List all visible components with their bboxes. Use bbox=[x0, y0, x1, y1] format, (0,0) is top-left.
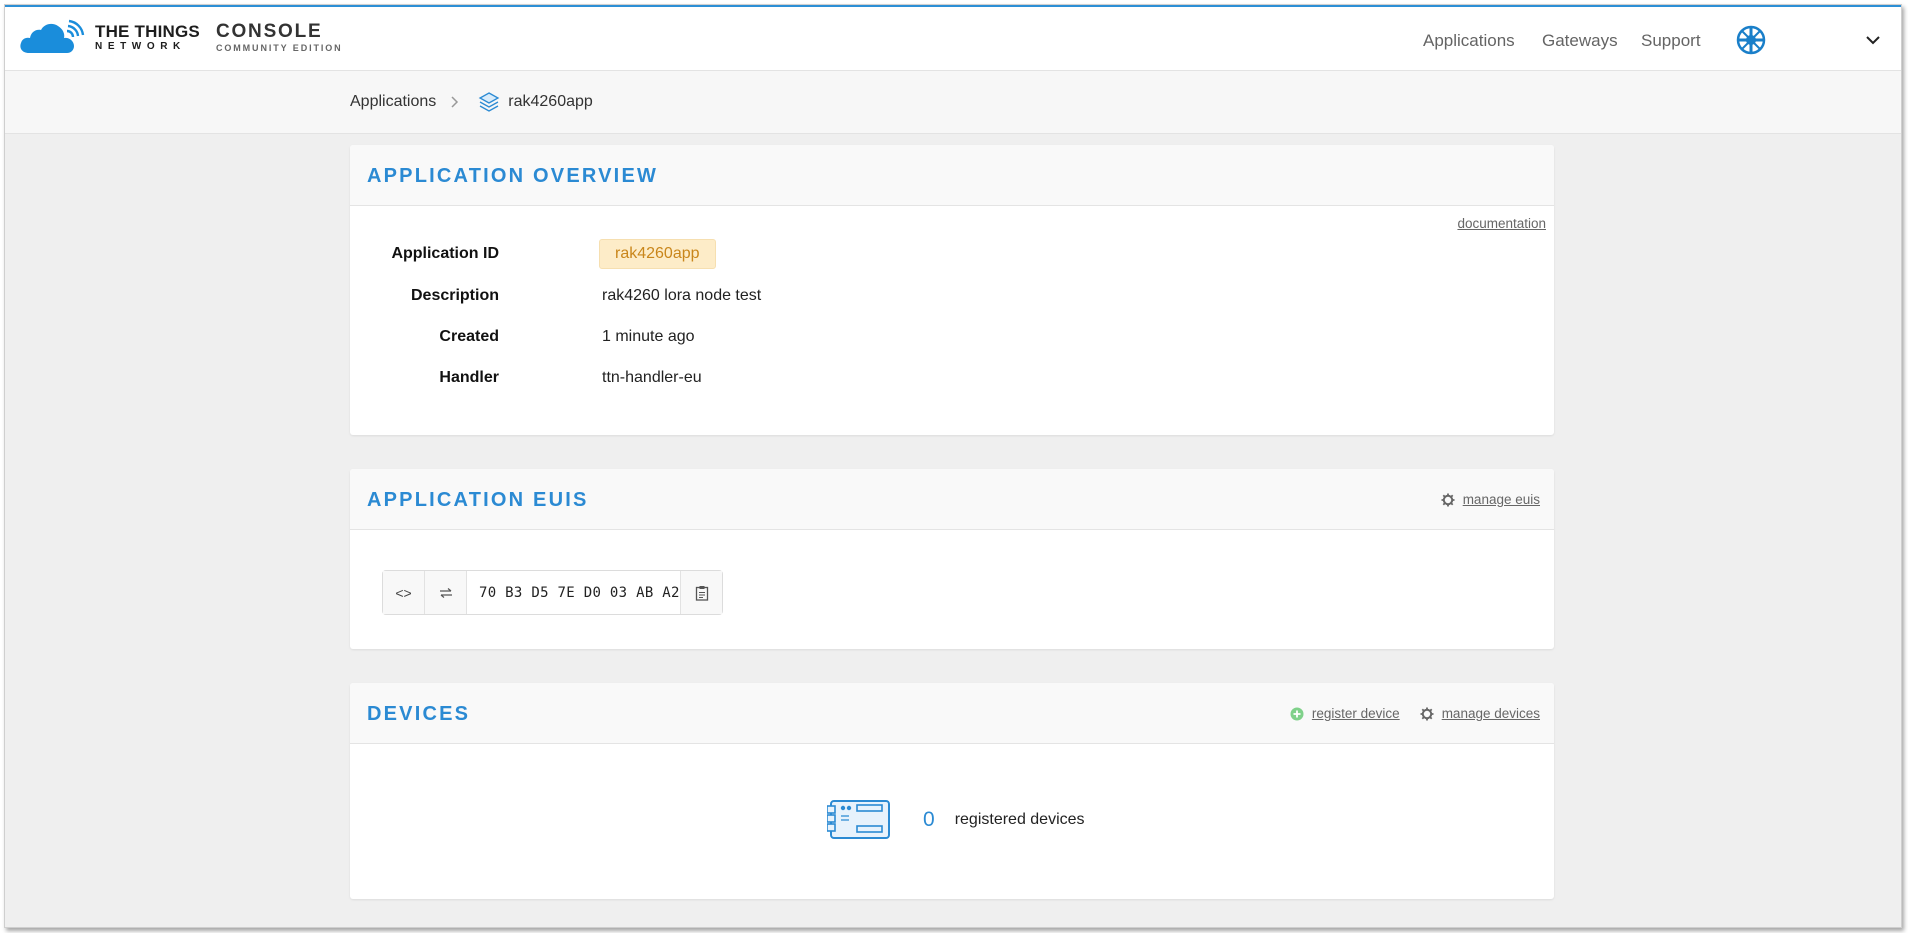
eui-field: <> 70 B3 D5 7E D0 03 AB A2 bbox=[382, 570, 723, 615]
manage-devices-link[interactable]: manage devices bbox=[1442, 706, 1540, 721]
field-created: Created 1 minute ago bbox=[350, 328, 1050, 358]
device-count-label: registered devices bbox=[954, 811, 1085, 828]
console-title: CONSOLE bbox=[215, 20, 323, 42]
device-board-icon bbox=[827, 800, 890, 839]
top-header: THE THINGS NETWORK CONSOLE COMMUNITY EDI… bbox=[5, 7, 1901, 71]
field-label: Description bbox=[410, 287, 499, 304]
brand-line2: NETWORK bbox=[95, 40, 186, 52]
brand-text: THE THINGS NETWORK bbox=[95, 23, 200, 52]
code-toggle-icon[interactable]: <> bbox=[383, 571, 425, 614]
eui-value: 70 B3 D5 7E D0 03 AB A2 bbox=[467, 571, 681, 614]
nav-gateways[interactable]: Gateways bbox=[1542, 31, 1618, 51]
euis-header: APPLICATION EUIS manage euis bbox=[350, 469, 1554, 530]
console-text: CONSOLE COMMUNITY EDITION bbox=[216, 22, 343, 53]
overview-header: APPLICATION OVERVIEW bbox=[350, 145, 1554, 206]
browser-frame: THE THINGS NETWORK CONSOLE COMMUNITY EDI… bbox=[4, 4, 1902, 928]
chevron-right-icon bbox=[451, 96, 459, 108]
devices-title: DEVICES bbox=[367, 703, 471, 725]
application-overview-card: APPLICATION OVERVIEW documentation Appli… bbox=[350, 145, 1554, 435]
plus-circle-icon[interactable] bbox=[1290, 707, 1304, 721]
field-handler: Handler ttn-handler-eu bbox=[350, 369, 1050, 399]
field-label: Handler bbox=[439, 369, 499, 386]
overview-title: APPLICATION OVERVIEW bbox=[367, 165, 659, 187]
manage-euis-action[interactable]: manage euis bbox=[1441, 492, 1540, 507]
clipboard-icon[interactable] bbox=[681, 571, 722, 614]
layers-icon bbox=[478, 92, 500, 112]
application-euis-card: APPLICATION EUIS manage euis <> 70 B3 D5… bbox=[350, 469, 1554, 649]
devices-actions: register device manage devices bbox=[1290, 706, 1540, 721]
gear-icon bbox=[1441, 493, 1455, 506]
field-description: Description rak4260 lora node test bbox=[350, 287, 1050, 317]
devices-card: DEVICES register device manage devices 0… bbox=[350, 683, 1554, 899]
nav-support[interactable]: Support bbox=[1641, 31, 1701, 51]
field-label: Created bbox=[439, 328, 499, 345]
gear-icon bbox=[1420, 707, 1434, 720]
breadcrumb-applications[interactable]: Applications bbox=[350, 93, 436, 111]
chevron-down-icon[interactable] bbox=[1865, 34, 1881, 46]
user-avatar-icon[interactable] bbox=[1735, 24, 1767, 56]
devices-summary: 0 registered devices bbox=[827, 798, 1085, 842]
console-edition: COMMUNITY EDITION bbox=[215, 42, 343, 53]
byte-order-swap-icon[interactable] bbox=[425, 571, 467, 614]
cloud-logo-icon bbox=[20, 19, 85, 53]
register-device-link[interactable]: register device bbox=[1312, 706, 1400, 721]
manage-euis-link[interactable]: manage euis bbox=[1463, 492, 1540, 507]
field-value: 1 minute ago bbox=[602, 328, 695, 345]
clipboard-glyph bbox=[695, 585, 708, 601]
nav-applications[interactable]: Applications bbox=[1423, 31, 1515, 51]
breadcrumb-bar: Applications rak4260app bbox=[5, 71, 1901, 134]
brand-line1: THE THINGS bbox=[95, 21, 200, 41]
field-value: ttn-handler-eu bbox=[602, 369, 702, 386]
euis-title: APPLICATION EUIS bbox=[367, 489, 589, 511]
breadcrumb-current-app[interactable]: rak4260app bbox=[508, 93, 593, 111]
application-id-badge[interactable]: rak4260app bbox=[599, 239, 716, 269]
devices-header: DEVICES register device manage devices bbox=[350, 683, 1554, 744]
documentation-link[interactable]: documentation bbox=[1457, 216, 1546, 231]
breadcrumb: Applications rak4260app bbox=[350, 91, 593, 113]
ttn-logo[interactable]: THE THINGS NETWORK CONSOLE COMMUNITY EDI… bbox=[19, 19, 343, 55]
field-value: rak4260 lora node test bbox=[602, 287, 762, 304]
device-count: 0 bbox=[923, 808, 935, 831]
field-label: Application ID bbox=[391, 245, 499, 262]
field-application-id: Application ID rak4260app bbox=[350, 239, 1050, 275]
swap-arrows-icon bbox=[439, 587, 452, 598]
